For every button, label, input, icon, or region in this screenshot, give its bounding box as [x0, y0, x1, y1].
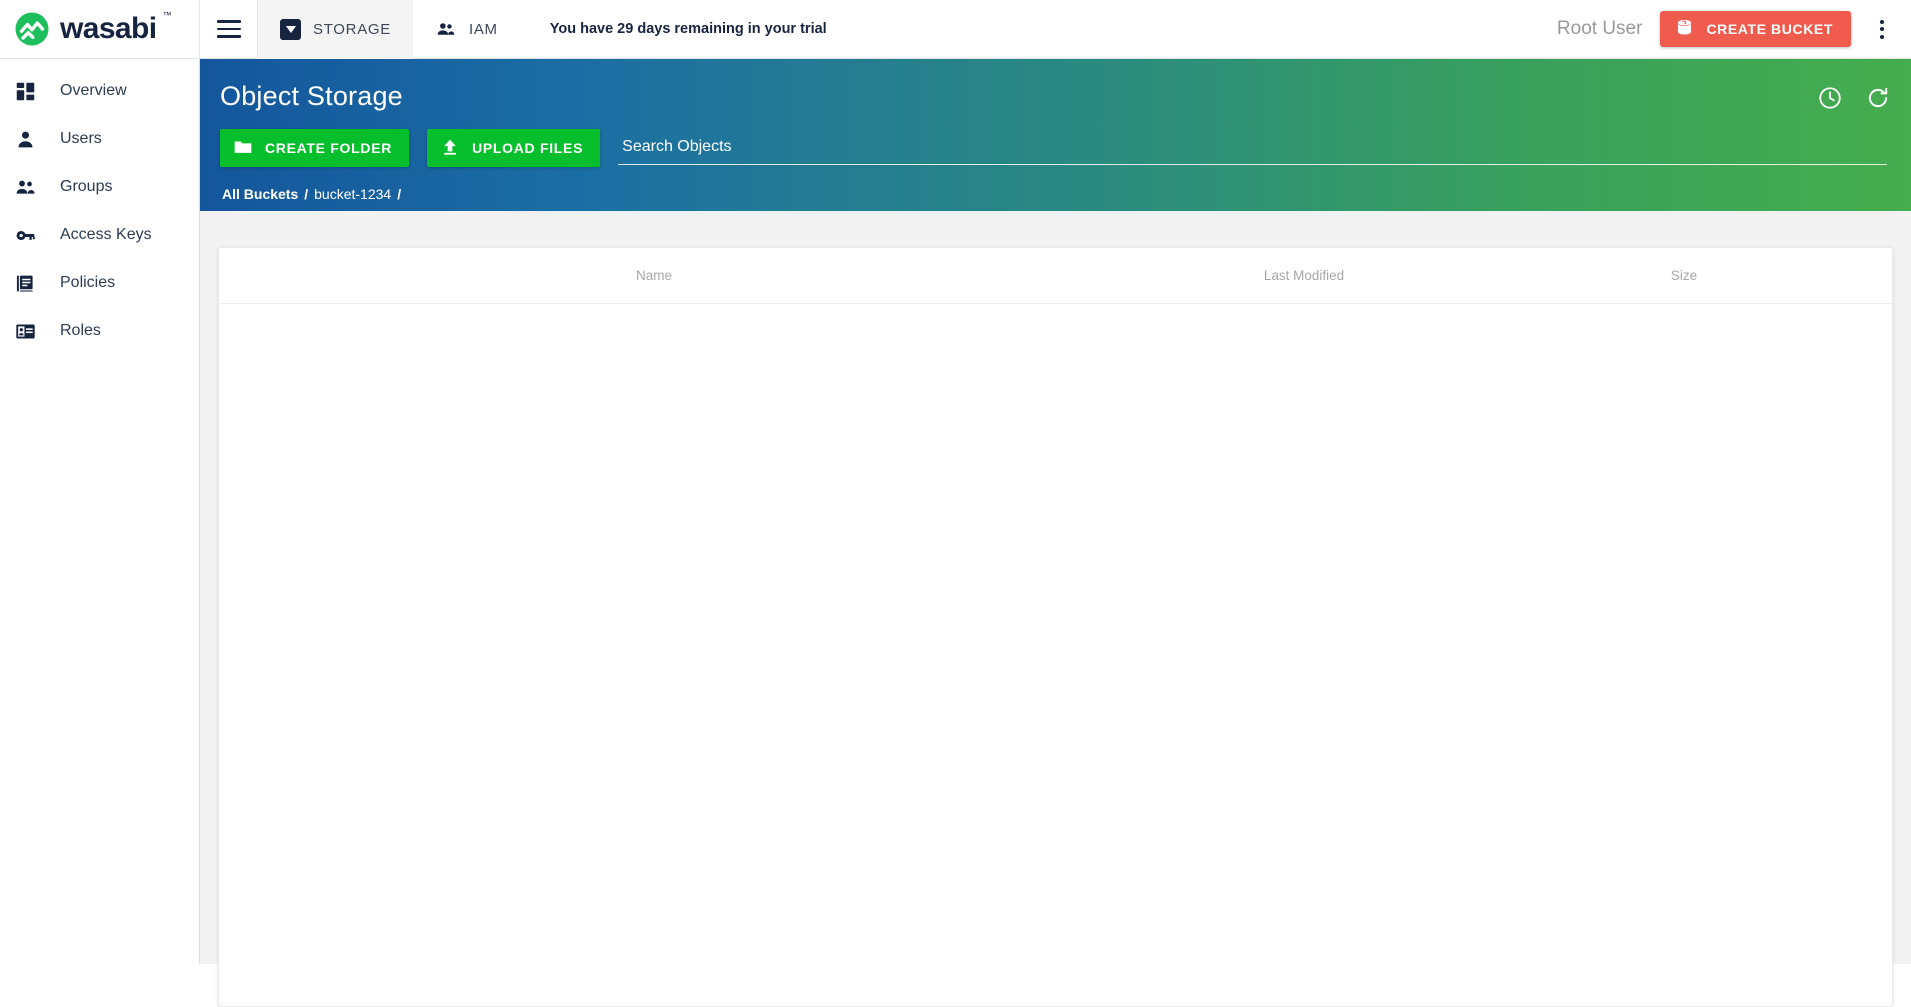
breadcrumb-bucket[interactable]: bucket-1234 [314, 186, 391, 202]
sidebar-item-label: Users [60, 130, 102, 147]
topbar-right-group: Root User CREATE BUCKET [1557, 11, 1911, 47]
search-input[interactable] [618, 138, 1887, 165]
user-label[interactable]: Root User [1557, 18, 1643, 40]
table-body-empty [219, 304, 1892, 1007]
sidebar-item-label: Access Keys [60, 226, 152, 243]
brand-logo[interactable]: wasabi ™ [0, 0, 200, 59]
upload-files-button[interactable]: UPLOAD FILES [427, 129, 601, 167]
object-list-card: Name Last Modified Size [218, 247, 1893, 1007]
wasabi-logo-icon [14, 11, 50, 47]
create-folder-label: CREATE FOLDER [265, 140, 393, 156]
trial-status-message: You have 29 days remaining in your trial [549, 21, 827, 37]
sidebar-item-label: Policies [60, 274, 116, 291]
tab-storage[interactable]: STORAGE [258, 0, 413, 59]
column-header-name[interactable]: Name [219, 268, 1089, 283]
sidebar-item-users[interactable]: Users [0, 115, 199, 163]
banner-icon-group [1817, 85, 1891, 111]
breadcrumb-separator: / [304, 186, 309, 202]
tab-iam-label: IAM [468, 20, 498, 38]
trademark-symbol: ™ [162, 9, 172, 20]
search-field-wrapper [618, 138, 1887, 167]
sidebar-item-label: Overview [60, 82, 127, 99]
create-bucket-label: CREATE BUCKET [1706, 21, 1833, 37]
main-content: Object Storage CREATE FOLDER UPLOAD FILE… [200, 59, 1911, 1007]
create-folder-button[interactable]: CREATE FOLDER [220, 129, 410, 167]
sidebar-item-overview[interactable]: Overview [0, 67, 199, 115]
page-banner: Object Storage CREATE FOLDER UPLOAD FILE… [200, 59, 1911, 211]
breadcrumb: All Buckets / bucket-1234 / [220, 186, 1911, 202]
key-icon [14, 224, 36, 246]
table-header-row: Name Last Modified Size [219, 248, 1892, 304]
tab-iam[interactable]: IAM [413, 0, 520, 59]
person-icon [14, 128, 36, 150]
upload-arrow-icon [440, 137, 460, 160]
sidebar-item-label: Groups [60, 178, 113, 195]
brand-name: wasabi [60, 12, 157, 45]
kebab-dot [1880, 27, 1884, 31]
sidebar-item-policies[interactable]: Policies [0, 259, 199, 307]
clock-history-icon[interactable] [1817, 85, 1843, 111]
hamburger-menu-icon[interactable] [200, 0, 258, 59]
hamburger-line [216, 20, 241, 23]
policy-document-icon [14, 272, 36, 294]
tab-storage-label: STORAGE [313, 20, 391, 38]
banner-action-row: CREATE FOLDER UPLOAD FILES [220, 129, 1911, 167]
create-bucket-button[interactable]: CREATE BUCKET [1660, 11, 1851, 47]
kebab-dot [1880, 34, 1884, 39]
people-icon [14, 176, 36, 198]
sidebar-navigation: Overview Users Groups Access Keys Polici… [0, 59, 200, 964]
page-title: Object Storage [220, 81, 403, 111]
breadcrumb-separator: / [397, 186, 402, 202]
breadcrumb-all-buckets[interactable]: All Buckets [222, 186, 298, 202]
sidebar-item-access-keys[interactable]: Access Keys [0, 211, 199, 259]
hamburger-line [216, 35, 241, 38]
id-badge-icon [14, 320, 36, 342]
folder-icon [233, 137, 253, 160]
sidebar-item-groups[interactable]: Groups [0, 163, 199, 211]
sidebar-item-label: Roles [60, 322, 101, 339]
storage-box-icon [280, 18, 301, 40]
refresh-icon[interactable] [1865, 85, 1891, 111]
upload-files-label: UPLOAD FILES [472, 140, 584, 156]
top-navigation-bar: wasabi ™ STORAGE IAM You have 29 days re… [0, 0, 1911, 59]
hamburger-line [216, 27, 241, 31]
bucket-icon [1674, 17, 1695, 41]
kebab-menu-icon[interactable] [1869, 12, 1895, 46]
dashboard-icon [14, 80, 36, 102]
sidebar-item-roles[interactable]: Roles [0, 307, 199, 355]
column-header-size[interactable]: Size [1519, 268, 1849, 283]
kebab-dot [1880, 19, 1884, 24]
people-icon [435, 18, 457, 40]
column-header-last-modified[interactable]: Last Modified [1089, 268, 1519, 283]
